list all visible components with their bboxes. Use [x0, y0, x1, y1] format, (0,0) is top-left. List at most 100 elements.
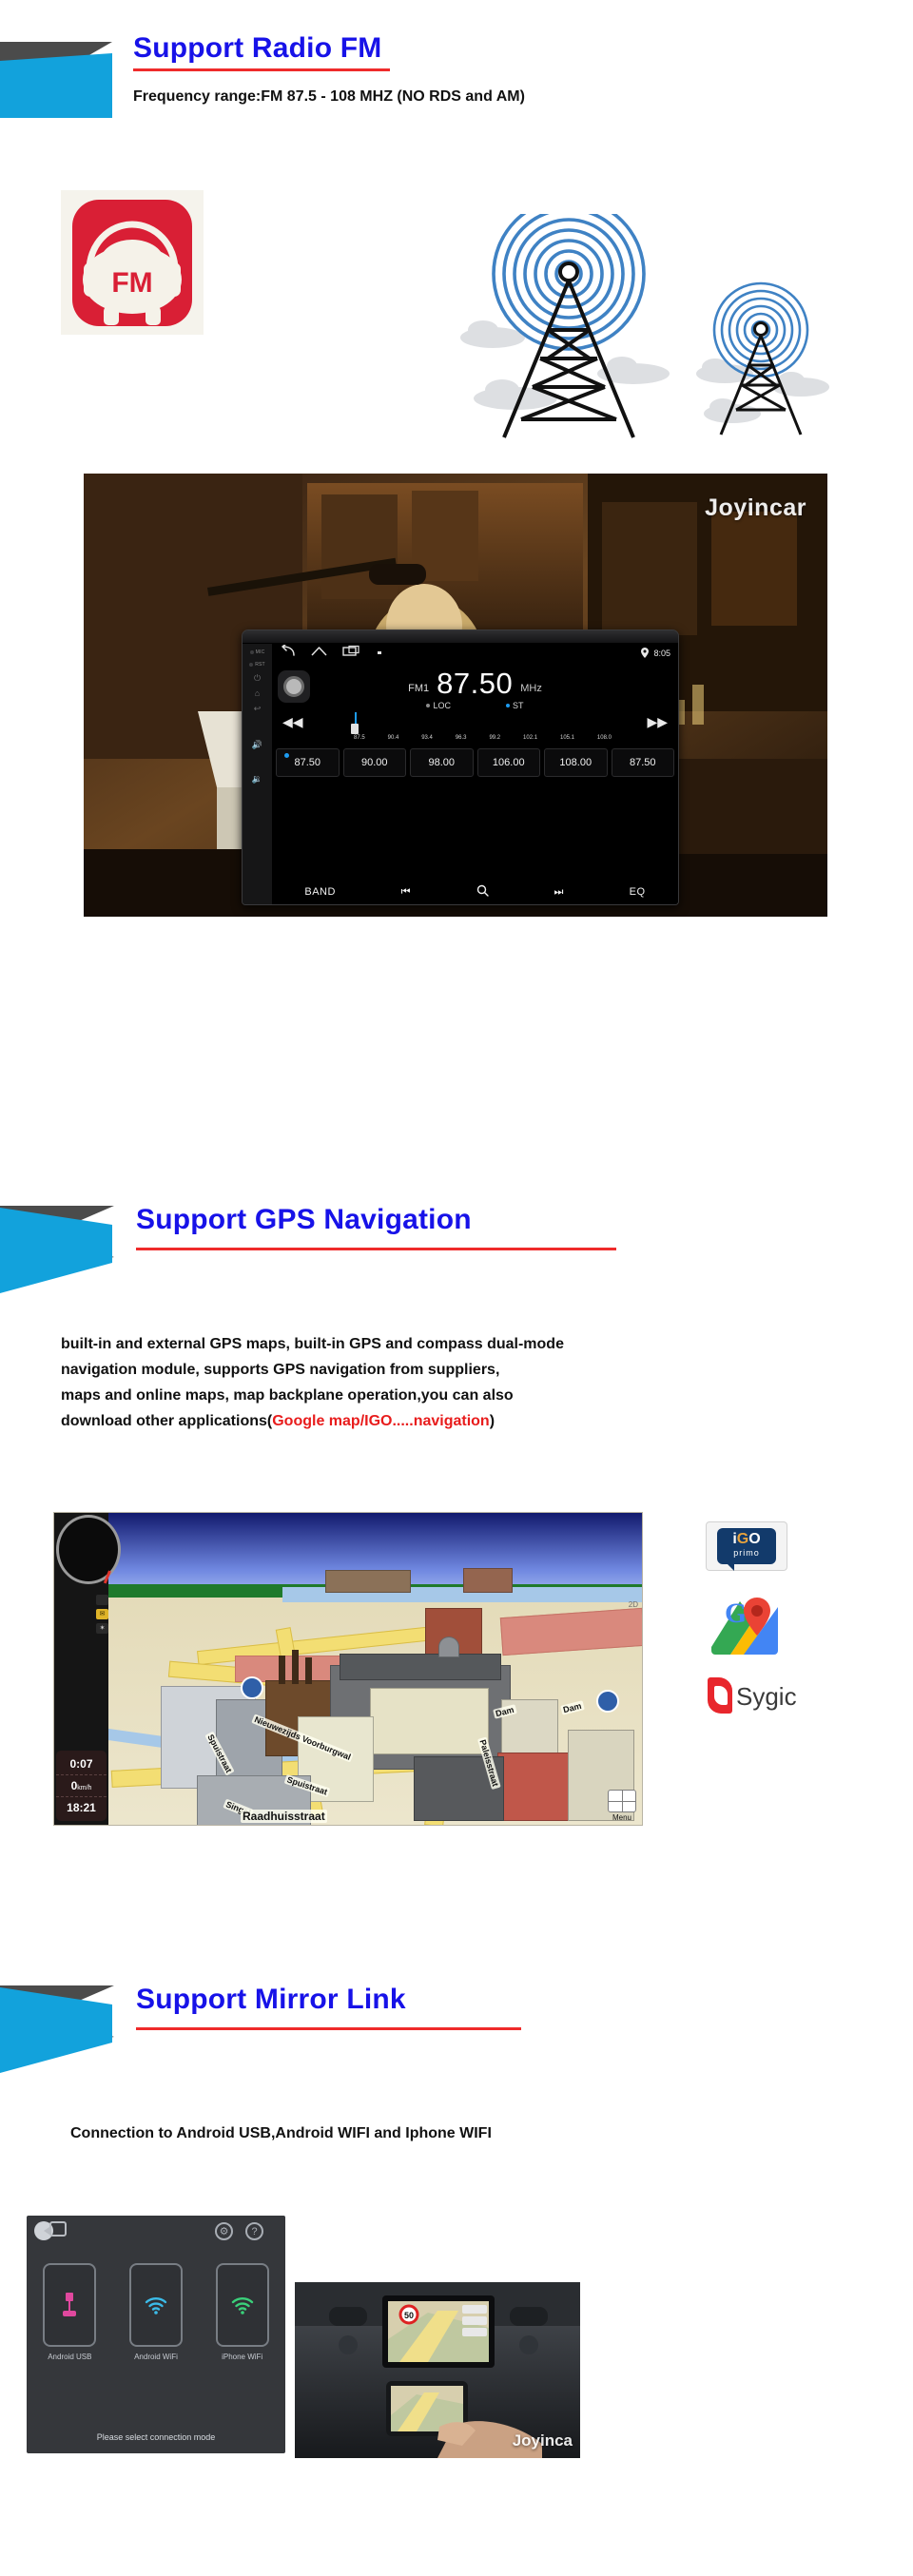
joyincar-watermark: Joyincar — [705, 494, 806, 521]
nav-app-igo: iGO primo — [706, 1521, 787, 1571]
scale-tick: 96.3 — [455, 735, 467, 741]
signal-icon — [96, 1595, 108, 1605]
radio-band-label: FM1 — [408, 683, 430, 694]
map-view-mode[interactable]: 2D — [629, 1600, 638, 1609]
title-underline-gps — [136, 1248, 616, 1250]
title-underline-radio — [133, 68, 390, 71]
seek-backward-icon[interactable]: ◀◀ — [282, 714, 303, 730]
map-poi-icon[interactable] — [596, 1690, 619, 1713]
radio-indicators: LOC ST — [272, 701, 678, 710]
section-decoration-gps — [0, 1189, 122, 1301]
preset-value: 90.00 — [360, 757, 388, 768]
tuner-slider[interactable]: 87.5 90.4 93.4 96.3 99.2 102.1 105.1 108… — [351, 712, 612, 745]
band-button[interactable]: BAND — [304, 886, 336, 898]
connection-option-label: Android USB — [48, 2353, 92, 2361]
scale-tick: 102.1 — [523, 735, 538, 741]
mirror-link-screen[interactable]: ⚙ ? Android USB Android WiFi iPhone WiFi… — [27, 2216, 285, 2453]
radio-presets[interactable]: 87.50 90.00 98.00 106.00 108.00 87.50 — [276, 748, 674, 777]
fm-app-icon: FM — [61, 190, 204, 335]
mirror-link-toolbar[interactable]: ⚙ ? — [27, 2216, 285, 2244]
connection-option-android-wifi[interactable]: Android WiFi — [126, 2263, 185, 2361]
gps-apps-highlight: Google map/IGO.....navigation — [272, 1413, 490, 1429]
preset-value: 87.50 — [294, 757, 321, 768]
sygic-logo-text: Sygic — [736, 1682, 797, 1711]
preset-button[interactable]: 90.00 — [342, 748, 406, 777]
trip-stats: 0:07 0km/h 18:21 — [56, 1751, 107, 1821]
map-status-icons: ✉ ✶ — [96, 1595, 108, 1637]
scale-tick: 93.4 — [421, 735, 433, 741]
back-icon[interactable]: ↩ — [254, 705, 262, 713]
radio-frequency-display: 87.50 — [437, 667, 514, 700]
power-icon[interactable]: ⏻ — [254, 674, 261, 683]
side-button-mic[interactable]: MIC — [249, 649, 265, 655]
wifi-icon — [145, 2297, 167, 2315]
map-building — [463, 1568, 513, 1593]
radio-bottom-bar[interactable]: BAND ⏮ ⏭ EQ — [272, 880, 678, 904]
page-title-gps: Support GPS Navigation — [136, 1204, 472, 1235]
svg-text:50: 50 — [404, 2311, 414, 2320]
recents-icon[interactable] — [342, 645, 360, 662]
back-arrow-icon[interactable] — [280, 643, 296, 662]
radio-tower-illustration — [447, 197, 846, 466]
gps-description-line-tail: download other applications( — [61, 1413, 273, 1429]
volume-down-icon[interactable]: 🔉 — [252, 775, 262, 784]
nav-app-google-maps: G — [711, 1588, 778, 1655]
usb-icon — [63, 2293, 77, 2316]
preset-button[interactable]: 106.00 — [476, 748, 540, 777]
map-building — [325, 1570, 411, 1593]
scale-tick: 108.0 — [596, 735, 612, 741]
section-decoration-mirror — [0, 1968, 122, 2081]
seek-forward-icon[interactable]: ▶▶ — [647, 714, 668, 730]
gps-description-line: built-in and external GPS maps, built-in… — [61, 1336, 564, 1352]
gps-map-screenshot: Nieuwezijds Voorburgwal Spuistraat Spuis… — [53, 1512, 643, 1826]
map-building — [292, 1650, 299, 1684]
map-menu-label: Menu — [612, 1813, 631, 1822]
connection-option-iphone-wifi[interactable]: iPhone WiFi — [213, 2263, 272, 2361]
gps-paren-close: ) — [489, 1413, 495, 1429]
side-button-reset[interactable]: RST — [249, 662, 265, 668]
back-icon[interactable] — [44, 2221, 67, 2237]
trip-time: 0:07 — [56, 1753, 107, 1775]
map-menu-button[interactable]: Menu — [605, 1790, 639, 1822]
map-poi-icon[interactable] — [241, 1676, 263, 1699]
prev-track-icon[interactable]: ⏮ — [401, 886, 411, 899]
connection-option-android-usb[interactable]: Android USB — [40, 2263, 99, 2361]
gps-description-line: download other applications(Google map/I… — [61, 1408, 860, 1434]
svg-text:G: G — [725, 1598, 747, 1629]
preset-button[interactable]: 98.00 — [410, 748, 474, 777]
head-unit-screen[interactable]: 8:05 FM1 87.50 MHz LOC ST ◀◀ ▶▶ 87.5 90.… — [272, 643, 678, 904]
next-track-icon[interactable]: ⏭ — [554, 886, 564, 899]
home-icon[interactable]: ⌂ — [255, 689, 260, 698]
more-icon[interactable] — [376, 645, 384, 662]
gps-description-line: navigation module, supports GPS navigati… — [61, 1362, 500, 1378]
map-building — [279, 1656, 285, 1684]
gear-icon[interactable]: ⚙ — [215, 2222, 233, 2240]
volume-up-icon[interactable]: 🔊 — [252, 741, 262, 749]
head-unit-side-buttons[interactable]: MIC RST ⏻ ⌂ ↩ 🔊 🔉 — [243, 644, 272, 904]
search-icon[interactable] — [476, 884, 489, 900]
svg-text:FM: FM — [111, 267, 152, 299]
eq-button[interactable]: EQ — [630, 886, 646, 898]
preset-button[interactable]: 87.50 — [276, 748, 340, 777]
home-icon[interactable] — [311, 645, 327, 662]
map-building — [438, 1637, 459, 1657]
indicator-loc-label: LOC — [433, 701, 451, 710]
section-header-mirror: Support Mirror Link — [0, 1959, 913, 2082]
map-building — [305, 1657, 312, 1684]
preset-button[interactable]: 108.00 — [544, 748, 608, 777]
indicator-st[interactable]: ST — [506, 701, 524, 710]
radio-frequency-range: Frequency range:FM 87.5 - 108 MHZ (NO RD… — [133, 88, 525, 105]
indicator-loc[interactable]: LOC — [426, 701, 451, 710]
connection-mode-list[interactable]: Android USB Android WiFi iPhone WiFi — [27, 2263, 285, 2361]
tuner-readout: FM1 87.50 MHz — [272, 668, 678, 698]
help-icon[interactable]: ? — [245, 2222, 263, 2240]
google-maps-logo: G — [711, 1588, 778, 1655]
trip-speed-unit: km/h — [77, 1785, 92, 1792]
preset-button[interactable]: 87.50 — [611, 748, 674, 777]
gps-description: built-in and external GPS maps, built-in… — [61, 1331, 860, 1434]
igo-logo-subtext: primo — [733, 1548, 760, 1558]
mirror-link-description: Connection to Android USB,Android WIFI a… — [70, 2125, 492, 2141]
map-hud-panel: ✉ ✶ 0:07 0km/h 18:21 — [54, 1513, 121, 1825]
tuner-slider-thumb[interactable] — [351, 724, 359, 734]
location-pin-icon — [641, 647, 650, 660]
